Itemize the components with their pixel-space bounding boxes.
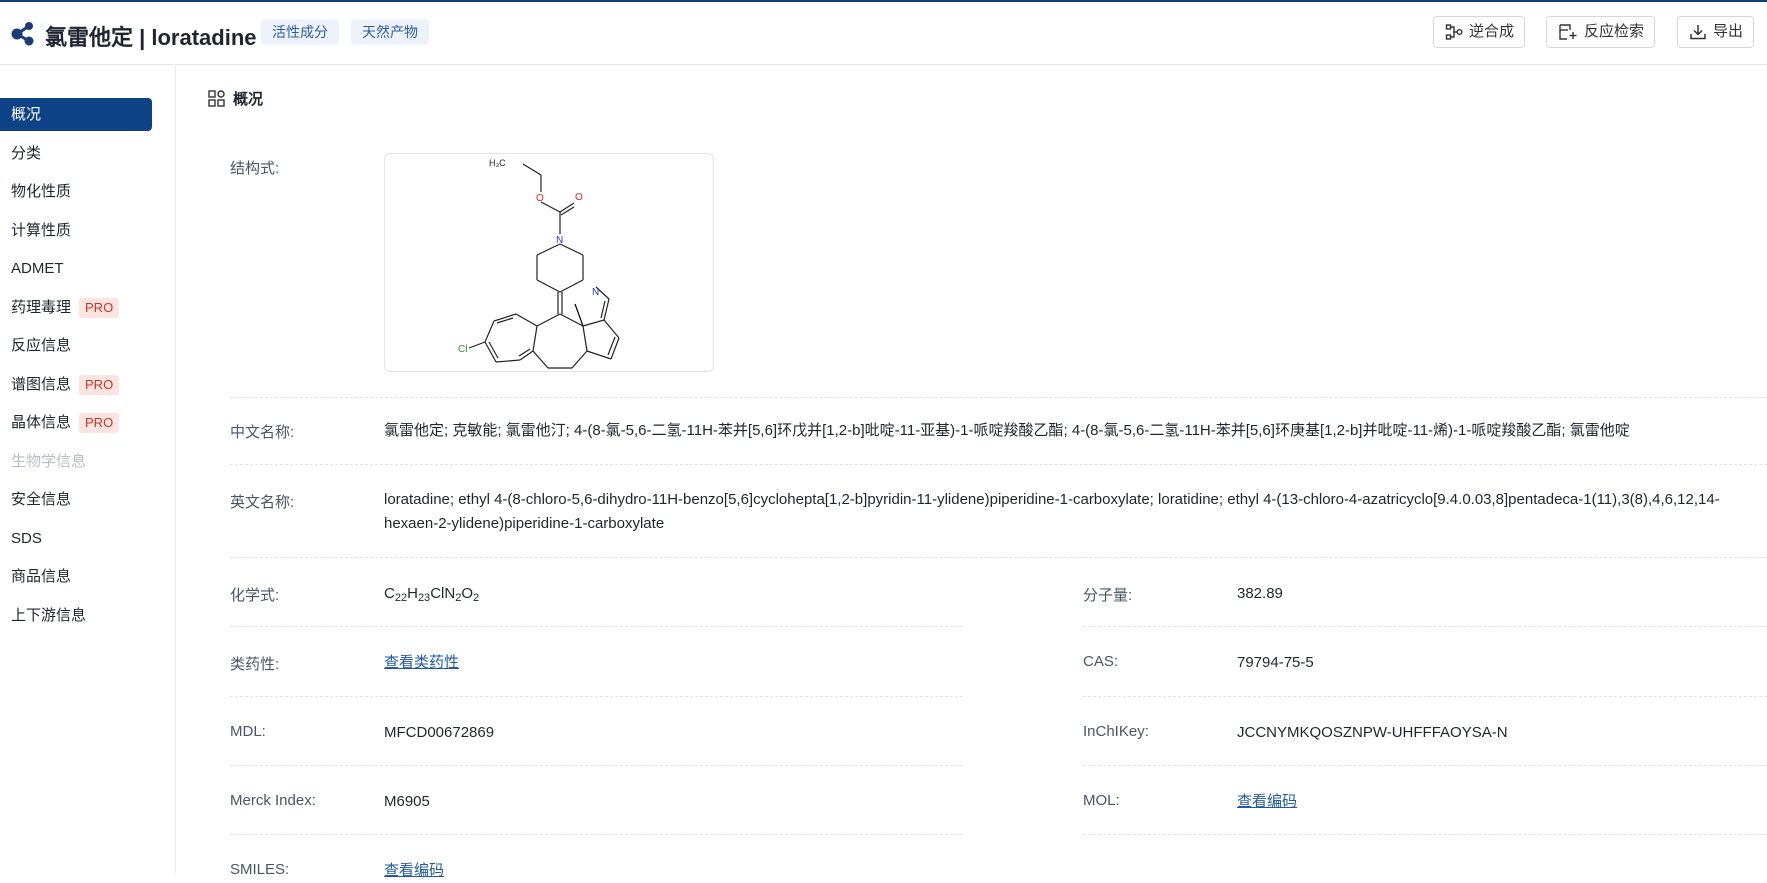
sidebar-item-label: 上下游信息 <box>11 607 87 624</box>
mw-value: 382.89 <box>1237 585 1283 602</box>
sidebar-item-sds[interactable]: SDS <box>0 522 152 555</box>
sidebar-item-label: SDS <box>11 530 42 547</box>
sidebar-item-computed[interactable]: 计算性质 <box>0 214 152 247</box>
sidebar-item-classification[interactable]: 分类 <box>0 137 152 170</box>
grid-icon <box>208 90 225 107</box>
sidebar-item-label: 生物学信息 <box>11 453 87 470</box>
atom-label-n-piperidine: N <box>556 235 563 246</box>
formula-value: C22H23ClN2O2 <box>384 585 480 604</box>
sidebar: 概况 分类 物化性质 计算性质 ADMET 药理毒理 PRO 反应信息 谱图信息 P… <box>0 65 176 873</box>
sidebar-item-crystal[interactable]: 晶体信息 PRO <box>0 406 152 439</box>
sidebar-item-pharmacology[interactable]: 药理毒理 PRO <box>0 291 152 324</box>
divider <box>230 626 963 627</box>
download-icon <box>1690 25 1706 40</box>
reaction-search-icon <box>1559 24 1577 40</box>
druglike-label: 类药性: <box>230 656 280 673</box>
export-button[interactable]: 导出 <box>1677 16 1755 48</box>
sidebar-item-safety[interactable]: 安全信息 <box>0 483 152 516</box>
mdl-label: MDL: <box>230 723 266 740</box>
mol-link[interactable]: 查看编码 <box>1237 790 1297 814</box>
sidebar-item-label: 计算性质 <box>11 222 72 239</box>
en-name-value: loratadine; ethyl 4-(8-chloro-5,6-dihydr… <box>384 491 1720 532</box>
retrosynthesis-button[interactable]: 逆合成 <box>1433 16 1526 48</box>
inchikey-label: InChIKey: <box>1083 723 1149 740</box>
divider <box>230 765 963 766</box>
formula-label: 化学式: <box>230 587 280 604</box>
smiles-link[interactable]: 查看编码 <box>384 859 444 883</box>
page-header: 氯雷他定 | loratadine 活性成分 天然产物 逆合成 反应检索 导出 <box>0 2 1767 65</box>
mw-label: 分子量: <box>1083 587 1133 604</box>
druglike-link[interactable]: 查看类药性 <box>384 651 459 675</box>
pro-badge: PRO <box>79 297 120 318</box>
sidebar-item-products[interactable]: 商品信息 <box>0 560 152 593</box>
merck-value: M6905 <box>384 793 430 810</box>
divider <box>1083 834 1767 835</box>
en-name-label: 英文名称: <box>230 494 295 511</box>
section-heading-overview: 概况 <box>208 88 263 109</box>
atom-label-o2: O <box>575 192 583 203</box>
structure-image[interactable]: H₃C O O N N Cl <box>384 153 714 372</box>
atom-label-n-pyridine: N <box>592 287 599 298</box>
divider <box>230 834 963 835</box>
pro-badge: PRO <box>79 374 120 395</box>
sidebar-item-physchem[interactable]: 物化性质 <box>0 175 152 208</box>
atom-label-o1: O <box>536 193 544 204</box>
molecule-structure: H₃C O O N N Cl <box>458 158 620 369</box>
divider <box>230 464 1767 465</box>
divider <box>1083 696 1767 697</box>
tag-natural-product[interactable]: 天然产物 <box>351 19 429 45</box>
pro-badge: PRO <box>79 412 120 433</box>
divider <box>230 557 1767 558</box>
sidebar-item-label: 分类 <box>11 145 42 162</box>
sidebar-item-label: 药理毒理 <box>11 299 72 316</box>
structure-label: 结构式: <box>230 160 280 177</box>
section-title: 概况 <box>233 91 264 108</box>
cas-value: 79794-75-5 <box>1237 654 1314 671</box>
atom-label-h3c: H₃C <box>489 158 506 168</box>
sidebar-item-spectra[interactable]: 谱图信息 PRO <box>0 368 152 401</box>
sidebar-item-label: 谱图信息 <box>11 376 72 393</box>
molecule-logo-icon <box>11 22 34 46</box>
sidebar-item-label: 商品信息 <box>11 568 72 585</box>
mdl-value: MFCD00672869 <box>384 724 495 741</box>
sidebar-item-label: 概况 <box>11 106 42 123</box>
sidebar-item-label: 物化性质 <box>11 183 72 200</box>
sidebar-item-biology: 生物学信息 <box>0 445 152 478</box>
retrosynthesis-icon <box>1445 24 1463 40</box>
reaction-search-button[interactable]: 反应检索 <box>1546 16 1656 48</box>
sidebar-item-label: 反应信息 <box>11 337 72 354</box>
merck-label: Merck Index: <box>230 792 316 809</box>
divider <box>230 696 963 697</box>
cn-name-value: 氯雷他定; 克敏能; 氯雷他汀; 4-(8-氯-5,6-二氢-11H-苯并[5,… <box>384 422 1630 439</box>
sidebar-item-up-downstream[interactable]: 上下游信息 <box>0 599 152 632</box>
cas-label: CAS: <box>1083 653 1119 670</box>
reaction-search-label: 反应检索 <box>1584 23 1645 40</box>
tag-active-ingredient[interactable]: 活性成分 <box>261 19 339 45</box>
sidebar-item-reactions[interactable]: 反应信息 <box>0 329 152 362</box>
divider <box>1083 765 1767 766</box>
sidebar-item-admet[interactable]: ADMET <box>0 252 152 285</box>
atom-label-cl: Cl <box>458 344 467 355</box>
divider <box>230 397 1767 398</box>
retrosynthesis-label: 逆合成 <box>1469 23 1515 40</box>
export-label: 导出 <box>1713 23 1744 40</box>
sidebar-item-label: 晶体信息 <box>11 414 72 431</box>
smiles-label: SMILES: <box>230 861 290 878</box>
divider <box>1083 626 1767 627</box>
cn-name-label: 中文名称: <box>230 424 295 441</box>
page-title: 氯雷他定 | loratadine <box>45 25 257 50</box>
sidebar-item-label: ADMET <box>11 260 64 277</box>
inchikey-value: JCCNYMKQOSZNPW-UHFFFAOYSA-N <box>1237 724 1508 741</box>
sidebar-item-label: 安全信息 <box>11 491 72 508</box>
sidebar-item-overview[interactable]: 概况 <box>0 98 152 131</box>
mol-label: MOL: <box>1083 792 1120 809</box>
